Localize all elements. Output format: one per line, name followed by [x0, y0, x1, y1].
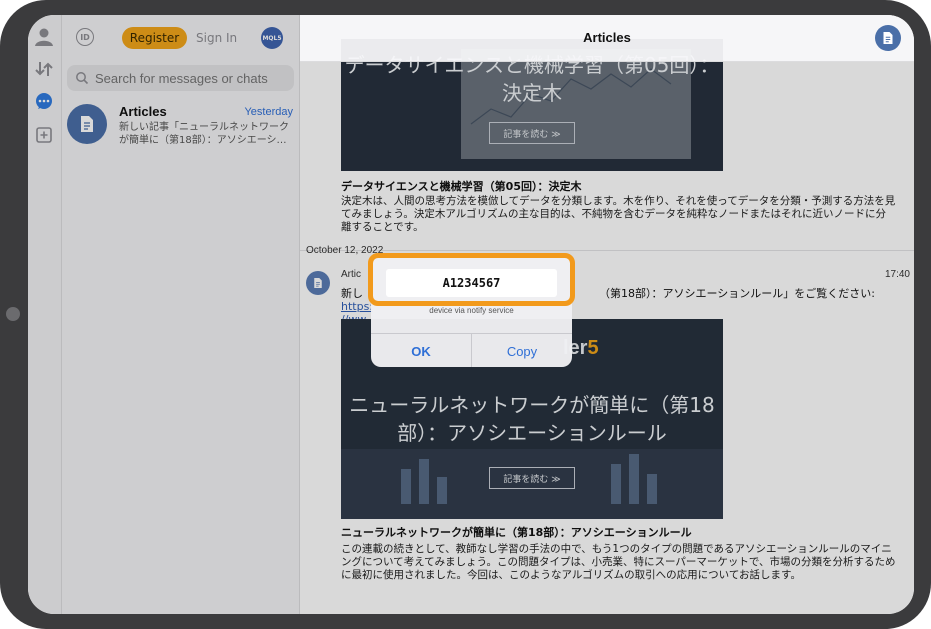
chat-list-item[interactable]: Articles Yesterday 新しい記事「ニューラルネットワークが簡単に…: [62, 101, 299, 159]
chat-time: Yesterday: [244, 106, 293, 118]
document-icon: [67, 104, 107, 144]
separator: [300, 250, 914, 251]
conversation-header: Articles: [300, 15, 914, 62]
conversation-title: Articles: [583, 30, 631, 45]
chat-title: Articles: [119, 104, 167, 119]
document-icon: [306, 271, 330, 295]
article-body-2: この連載の続きとして、教師なし学習の手法の中で、もう1つのタイプの問題であるアソ…: [341, 543, 896, 581]
date-separator: October 12, 2022: [306, 245, 384, 256]
read-article-button-2[interactable]: 記事を読む ≫: [489, 467, 575, 489]
signin-link[interactable]: Sign In: [196, 27, 237, 49]
account-toolbar: ID Register Sign In MQL5: [62, 15, 299, 61]
chat-preview: 新しい記事「ニューラルネットワークが簡単に（第18部）：アソシエーシ…: [119, 122, 289, 146]
side-button: [6, 307, 20, 321]
message-sender: Artic: [341, 269, 361, 280]
new-chat-icon[interactable]: [32, 123, 56, 147]
profile-icon[interactable]: [32, 25, 56, 49]
dialog-actions: OK Copy: [371, 333, 572, 367]
id-icon[interactable]: ID: [76, 28, 94, 46]
message-link[interactable]: https:: [341, 300, 373, 313]
copy-button[interactable]: Copy: [472, 334, 572, 367]
ok-button[interactable]: OK: [371, 334, 472, 367]
app-screen: ID Register Sign In MQL5 Articles Yester…: [28, 15, 914, 614]
article-title-2: ニューラルネットワークが簡単に（第18部）：アソシエーションルール: [341, 526, 692, 539]
banner-title-2: ニューラルネットワークが簡単に（第18 部）：アソシエーションルール: [349, 393, 715, 445]
channel-avatar-icon[interactable]: [875, 25, 901, 51]
article-body-1: 決定木は、人間の思考方法を模倣してデータを分類します。木を作り、それを使ってデー…: [341, 195, 896, 233]
id-value-field[interactable]: A1234567: [386, 269, 557, 297]
search-input[interactable]: [93, 69, 287, 87]
trading-arrows-icon[interactable]: [32, 57, 56, 81]
mql5-logo[interactable]: MQL5: [261, 27, 283, 49]
message-time: 17:40: [884, 269, 910, 280]
search-bar[interactable]: [67, 65, 294, 91]
device-frame: ID Register Sign In MQL5 Articles Yester…: [0, 0, 931, 629]
chat-bubble-icon[interactable]: [32, 90, 56, 114]
left-rail: [28, 15, 62, 614]
chat-list-panel: ID Register Sign In MQL5 Articles Yester…: [62, 15, 300, 614]
message-text-start: 新し: [341, 287, 363, 300]
dialog-message: device via notify service: [429, 306, 514, 315]
search-icon: [76, 72, 89, 85]
message-text-end: （第18部）：アソシエーションルール」をご覧ください:: [599, 287, 875, 300]
article-title-1: データサイエンスと機械学習（第05回）：決定木: [341, 180, 582, 193]
register-button[interactable]: Register: [122, 27, 187, 49]
read-article-button-1[interactable]: 記事を読む ≫: [489, 122, 575, 144]
copy-id-dialog: A1234567 device via notify service OK Co…: [371, 256, 572, 367]
